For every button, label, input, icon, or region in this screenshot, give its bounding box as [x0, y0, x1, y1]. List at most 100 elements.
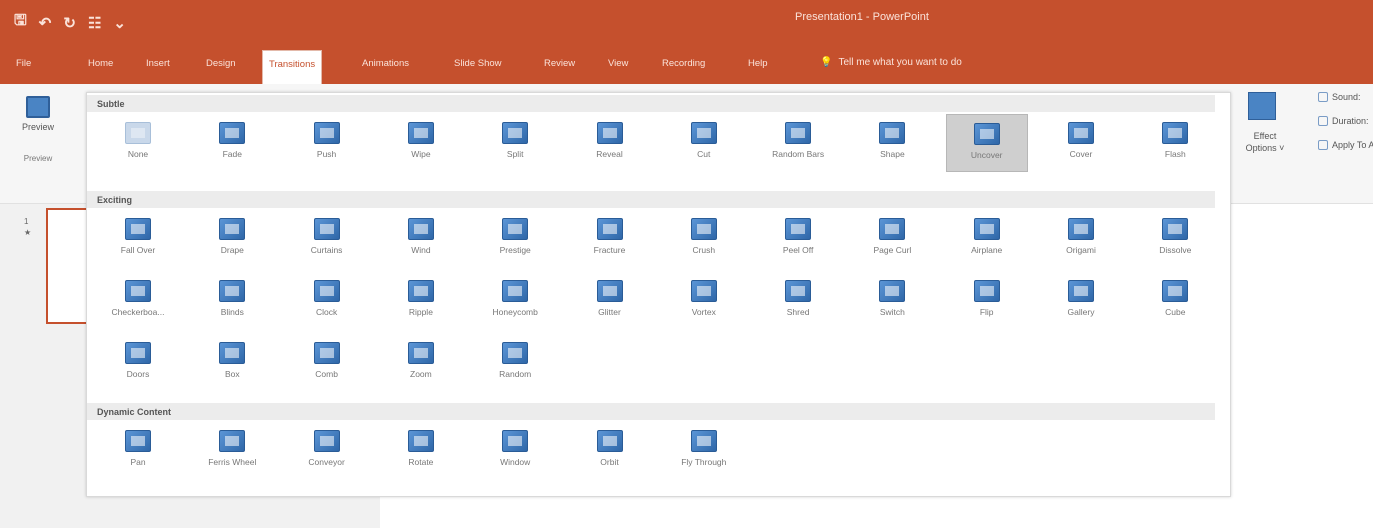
transition-split-icon — [502, 122, 529, 144]
transition-fracture[interactable]: Fracture — [569, 210, 651, 268]
transition-switch[interactable]: Switch — [851, 272, 933, 330]
redo-icon[interactable]: ↻ — [63, 14, 76, 32]
transition-label: Shape — [880, 149, 905, 159]
tab-animations[interactable]: Animations — [362, 58, 409, 69]
transition-peel-off[interactable]: Peel Off — [757, 210, 839, 268]
transition-label: Conveyor — [308, 457, 345, 467]
transition-prestige[interactable]: Prestige — [474, 210, 556, 268]
transition-split[interactable]: Split — [474, 114, 556, 172]
transition-honeycomb-icon — [502, 280, 529, 302]
transition-random[interactable]: Random — [474, 334, 556, 392]
transition-dissolve-icon — [1162, 218, 1189, 240]
transition-wipe[interactable]: Wipe — [380, 114, 462, 172]
effect-options-icon[interactable] — [1248, 92, 1276, 120]
tab-insert[interactable]: Insert — [146, 58, 170, 69]
transition-random-bars[interactable]: Random Bars — [757, 114, 839, 172]
tab-recording[interactable]: Recording — [662, 58, 705, 69]
transition-rotate[interactable]: Rotate — [380, 422, 462, 480]
transition-shape[interactable]: Shape — [851, 114, 933, 172]
transition-label: Curtains — [310, 245, 343, 255]
undo-icon[interactable]: ↶ — [39, 14, 52, 32]
transition-origami[interactable]: Origami — [1040, 210, 1122, 268]
transition-label: Cover — [1069, 149, 1093, 159]
transition-flash[interactable]: Flash — [1134, 114, 1216, 172]
apply-all-icon — [1318, 140, 1328, 150]
transition-fly-through[interactable]: Fly Through — [663, 422, 745, 480]
transition-cube[interactable]: Cube — [1134, 272, 1216, 330]
transition-cut[interactable]: Cut — [663, 114, 745, 172]
apply-to-all-button[interactable]: Apply To All — [1318, 140, 1373, 150]
transition-reveal[interactable]: Reveal — [569, 114, 651, 172]
transition-zoom[interactable]: Zoom — [380, 334, 462, 392]
transition-ripple[interactable]: Ripple — [380, 272, 462, 330]
transition-blinds[interactable]: Blinds — [191, 272, 273, 330]
transition-ferris-wheel-icon — [219, 430, 246, 452]
transition-checkerboa[interactable]: Checkerboa... — [97, 272, 179, 330]
transition-flip[interactable]: Flip — [946, 272, 1028, 330]
tab-review[interactable]: Review — [544, 58, 575, 69]
transition-dissolve[interactable]: Dissolve — [1134, 210, 1216, 268]
customize-qat-icon[interactable]: ⌄ — [113, 14, 126, 32]
tab-home[interactable]: Home — [88, 58, 113, 69]
tab-view[interactable]: View — [608, 58, 628, 69]
transition-push[interactable]: Push — [286, 114, 368, 172]
transition-window[interactable]: Window — [474, 422, 556, 480]
tab-design[interactable]: Design — [206, 58, 236, 69]
transition-label: Fracture — [593, 245, 626, 255]
effect-options-button[interactable]: Effect Options ˅ — [1236, 130, 1294, 154]
duration-control[interactable]: Duration: — [1318, 116, 1369, 126]
transition-label: Fade — [222, 149, 242, 159]
transition-prestige-icon — [502, 218, 529, 240]
transition-curtains[interactable]: Curtains — [286, 210, 368, 268]
transition-glitter[interactable]: Glitter — [569, 272, 651, 330]
tab-slide-show[interactable]: Slide Show — [454, 58, 502, 69]
transition-cover-icon — [1068, 122, 1094, 144]
tab-help[interactable]: Help — [748, 58, 768, 69]
start-presentation-icon[interactable]: ☷ — [88, 14, 101, 32]
transition-wind-icon — [407, 218, 434, 240]
transition-fade[interactable]: Fade — [191, 114, 273, 172]
transition-comb[interactable]: Comb — [286, 334, 368, 392]
sound-control[interactable]: Sound: — [1318, 92, 1361, 102]
transition-shred[interactable]: Shred — [757, 272, 839, 330]
transition-label: Ferris Wheel — [208, 457, 257, 467]
document-title: Presentation1 - PowerPoint — [795, 11, 929, 23]
transition-label: None — [127, 149, 149, 159]
transition-doors[interactable]: Doors — [97, 334, 179, 392]
transition-label: Shred — [786, 307, 810, 317]
transition-fall-over[interactable]: Fall Over — [97, 210, 179, 268]
section-header-dynamic: Dynamic Content — [87, 403, 1215, 420]
transition-vortex[interactable]: Vortex — [663, 272, 745, 330]
tell-me-search[interactable]: 💡 Tell me what you want to do — [820, 57, 962, 68]
transition-ferris-wheel[interactable]: Ferris Wheel — [191, 422, 273, 480]
transition-label: Fall Over — [120, 245, 156, 255]
transition-fracture-icon — [596, 218, 623, 240]
transition-none[interactable]: None — [97, 114, 179, 172]
transition-crush[interactable]: Crush — [663, 210, 745, 268]
tab-file[interactable]: File — [16, 58, 31, 69]
transition-pan[interactable]: Pan — [97, 422, 179, 480]
transition-airplane[interactable]: Airplane — [946, 210, 1028, 268]
transition-wind[interactable]: Wind — [380, 210, 462, 268]
transition-curtains-icon — [313, 218, 340, 240]
transition-conveyor[interactable]: Conveyor — [286, 422, 368, 480]
transition-label: Checkerboa... — [111, 307, 165, 317]
transition-cover[interactable]: Cover — [1040, 114, 1122, 172]
transition-page-curl[interactable]: Page Curl — [851, 210, 933, 268]
transition-label: Switch — [879, 307, 905, 317]
transition-drape[interactable]: Drape — [191, 210, 273, 268]
transition-honeycomb[interactable]: Honeycomb — [474, 272, 556, 330]
transition-fade-icon — [219, 122, 246, 144]
transition-box[interactable]: Box — [191, 334, 273, 392]
save-icon[interactable]: 🖫 — [14, 10, 27, 35]
preview-button[interactable]: Preview Preview — [3, 90, 73, 170]
transition-uncover[interactable]: Uncover — [945, 114, 1028, 172]
tab-transitions[interactable]: Transitions — [262, 50, 323, 84]
transition-label: Airplane — [971, 245, 1003, 255]
transition-gallery[interactable]: Gallery — [1040, 272, 1122, 330]
transition-switch-icon — [879, 280, 906, 302]
transition-clock[interactable]: Clock — [286, 272, 368, 330]
transition-orbit[interactable]: Orbit — [569, 422, 651, 480]
transition-zoom-icon — [407, 342, 434, 364]
transition-label: Page Curl — [873, 245, 912, 255]
